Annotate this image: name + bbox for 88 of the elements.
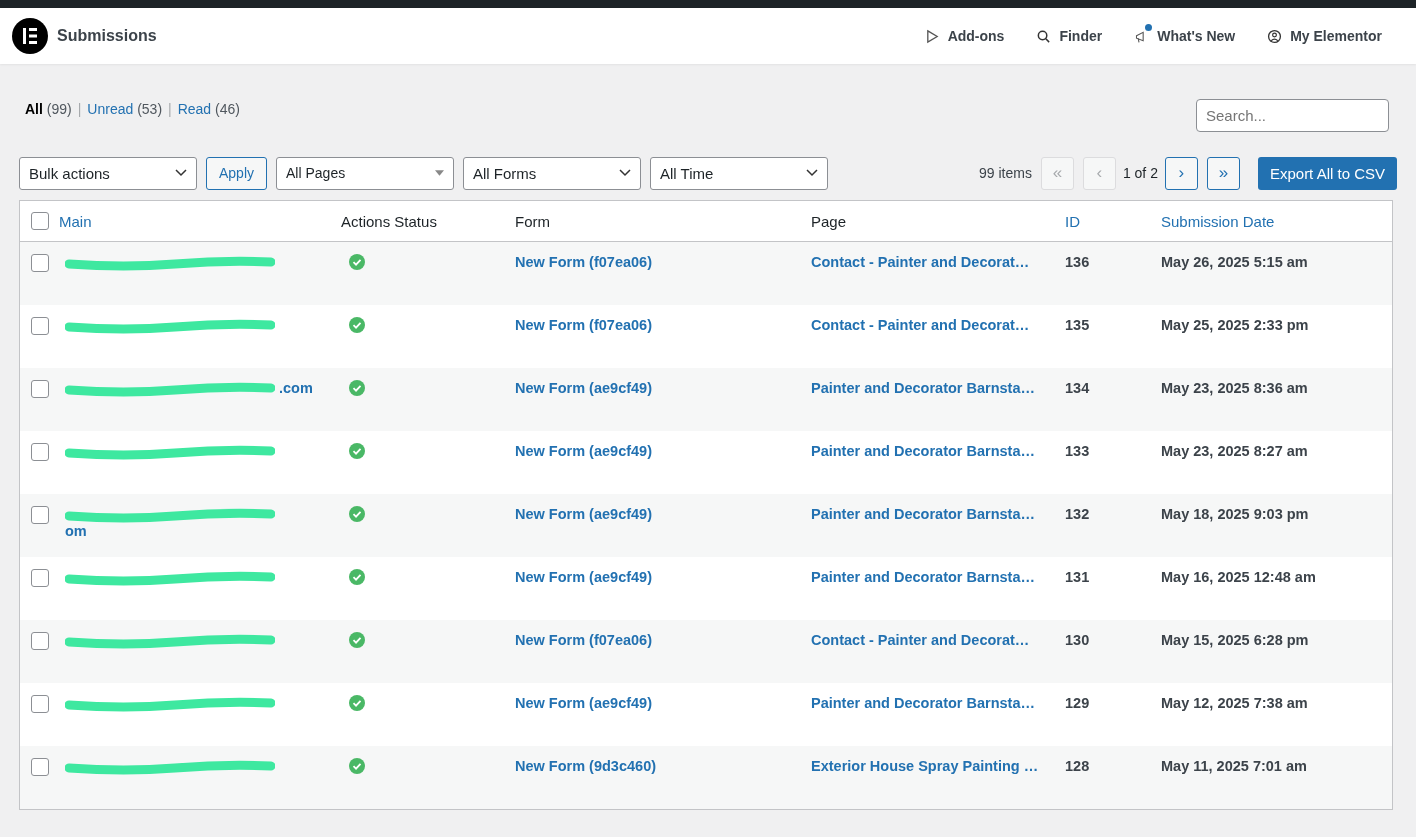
column-header: Page <box>811 212 847 230</box>
date-text: May 12, 2025 7:38 am <box>1161 695 1308 711</box>
forms-dropdown[interactable]: All Forms <box>463 156 642 190</box>
date-text: May 11, 2025 7:01 am <box>1161 758 1307 774</box>
time-dropdown[interactable]: All Time <box>650 156 829 190</box>
caret-icon <box>806 169 819 177</box>
column-header[interactable]: Main <box>59 212 92 230</box>
form-link[interactable]: New Form (ae9cf49) <box>515 569 652 585</box>
form-link[interactable]: New Form (f07ea06) <box>515 317 652 333</box>
page-link[interactable]: Painter and Decorator Barnsta… <box>811 443 1035 459</box>
nav-link[interactable]: Finder <box>1036 28 1103 44</box>
nav-label: Add-ons <box>947 28 1005 44</box>
nav-label: My Elementor <box>1290 28 1382 44</box>
logo-icon <box>12 18 48 54</box>
form-link[interactable]: New Form (9d3c460) <box>515 758 657 774</box>
search-field[interactable]: Search... <box>1196 99 1389 132</box>
column-header[interactable]: ID <box>1065 212 1080 230</box>
date-text: May 23, 2025 8:36 am <box>1161 380 1308 396</box>
page-link[interactable]: Exterior House Spray Painting … <box>811 758 1039 774</box>
bulk-actions-dropdown[interactable]: Bulk actions <box>19 156 197 190</box>
date-text: May 23, 2025 8:27 am <box>1161 443 1308 459</box>
form-link[interactable]: New Form (ae9cf49) <box>515 506 652 522</box>
nav-label: Finder <box>1059 28 1103 44</box>
caret-icon <box>175 169 187 177</box>
nav-label: What's New <box>1157 28 1236 44</box>
checkbox[interactable] <box>30 212 49 230</box>
date-text: May 25, 2025 2:33 pm <box>1161 317 1309 333</box>
checkbox[interactable] <box>30 254 49 272</box>
date-text: May 18, 2025 9:03 pm <box>1161 506 1309 522</box>
column-header: Form <box>515 212 550 230</box>
user-icon <box>1267 28 1283 44</box>
page-indicator: 1 of 2 <box>1122 165 1158 181</box>
checkbox[interactable] <box>30 380 49 398</box>
form-link[interactable]: New Form (f07ea06) <box>515 254 652 270</box>
id-text: 130 <box>1065 632 1090 648</box>
email-link[interactable]: om <box>65 523 341 540</box>
filter-link[interactable]: Read (46) <box>177 101 240 117</box>
form-link[interactable]: New Form (f07ea06) <box>515 632 652 648</box>
export-button[interactable]: Export All to CSV <box>1257 156 1397 190</box>
filter-link[interactable]: Unread (53) <box>87 101 163 117</box>
id-text: 134 <box>1065 380 1090 396</box>
pages-dropdown[interactable]: All Pages <box>276 156 455 190</box>
filter-link[interactable]: All (99) <box>25 101 72 117</box>
form-link[interactable]: New Form (ae9cf49) <box>515 443 652 459</box>
column-header: Actions Status <box>341 212 437 230</box>
page-link[interactable]: Painter and Decorator Barnsta… <box>811 380 1035 396</box>
date-text: May 26, 2025 5:15 am <box>1161 254 1308 270</box>
next-page-button[interactable]: › <box>1164 156 1198 190</box>
page-link[interactable]: Contact - Painter and Decorat… <box>811 632 1030 648</box>
checkbox[interactable] <box>30 758 49 776</box>
checkbox[interactable] <box>30 506 49 524</box>
search-icon <box>1036 28 1052 44</box>
form-link[interactable]: New Form (ae9cf49) <box>515 380 652 396</box>
play-icon <box>924 28 940 44</box>
id-text: 133 <box>1065 443 1090 459</box>
id-text: 129 <box>1065 695 1090 711</box>
caret-icon <box>619 169 632 177</box>
nav-link[interactable]: My Elementor <box>1267 28 1382 44</box>
id-text: 135 <box>1065 317 1090 333</box>
id-text: 132 <box>1065 506 1090 522</box>
nav-link[interactable]: What's New <box>1134 28 1236 44</box>
page-link[interactable]: Painter and Decorator Barnsta… <box>811 569 1035 585</box>
checkbox[interactable] <box>30 317 49 335</box>
page-link[interactable]: Painter and Decorator Barnsta… <box>811 506 1035 522</box>
checkbox[interactable] <box>30 695 49 713</box>
caret-icon <box>435 170 445 176</box>
separator: | <box>77 101 82 117</box>
id-text: 128 <box>1065 758 1090 774</box>
checkbox[interactable] <box>30 443 49 461</box>
apply-button[interactable]: Apply <box>206 156 268 190</box>
page-link[interactable]: Painter and Decorator Barnsta… <box>811 695 1035 711</box>
page-link[interactable]: Contact - Painter and Decorat… <box>811 254 1030 270</box>
last-page-button[interactable]: » <box>1206 156 1240 190</box>
checkbox[interactable] <box>30 632 49 650</box>
notification-dot <box>1145 24 1153 31</box>
email-link[interactable]: .com <box>279 380 313 396</box>
column-header[interactable]: Submission Date <box>1161 212 1275 230</box>
separator: | <box>168 101 172 117</box>
page-link[interactable]: Contact - Painter and Decorat… <box>811 317 1030 333</box>
item-count: 99 items <box>979 165 1032 181</box>
id-text: 131 <box>1065 569 1090 585</box>
id-text: 136 <box>1065 254 1090 270</box>
checkbox[interactable] <box>30 569 49 587</box>
page-title: Submissions <box>57 27 157 45</box>
date-text: May 16, 2025 12:48 am <box>1161 569 1316 585</box>
form-link[interactable]: New Form (ae9cf49) <box>515 695 652 711</box>
date-text: May 15, 2025 6:28 pm <box>1161 632 1309 648</box>
nav-link[interactable]: Add-ons <box>924 28 1005 44</box>
